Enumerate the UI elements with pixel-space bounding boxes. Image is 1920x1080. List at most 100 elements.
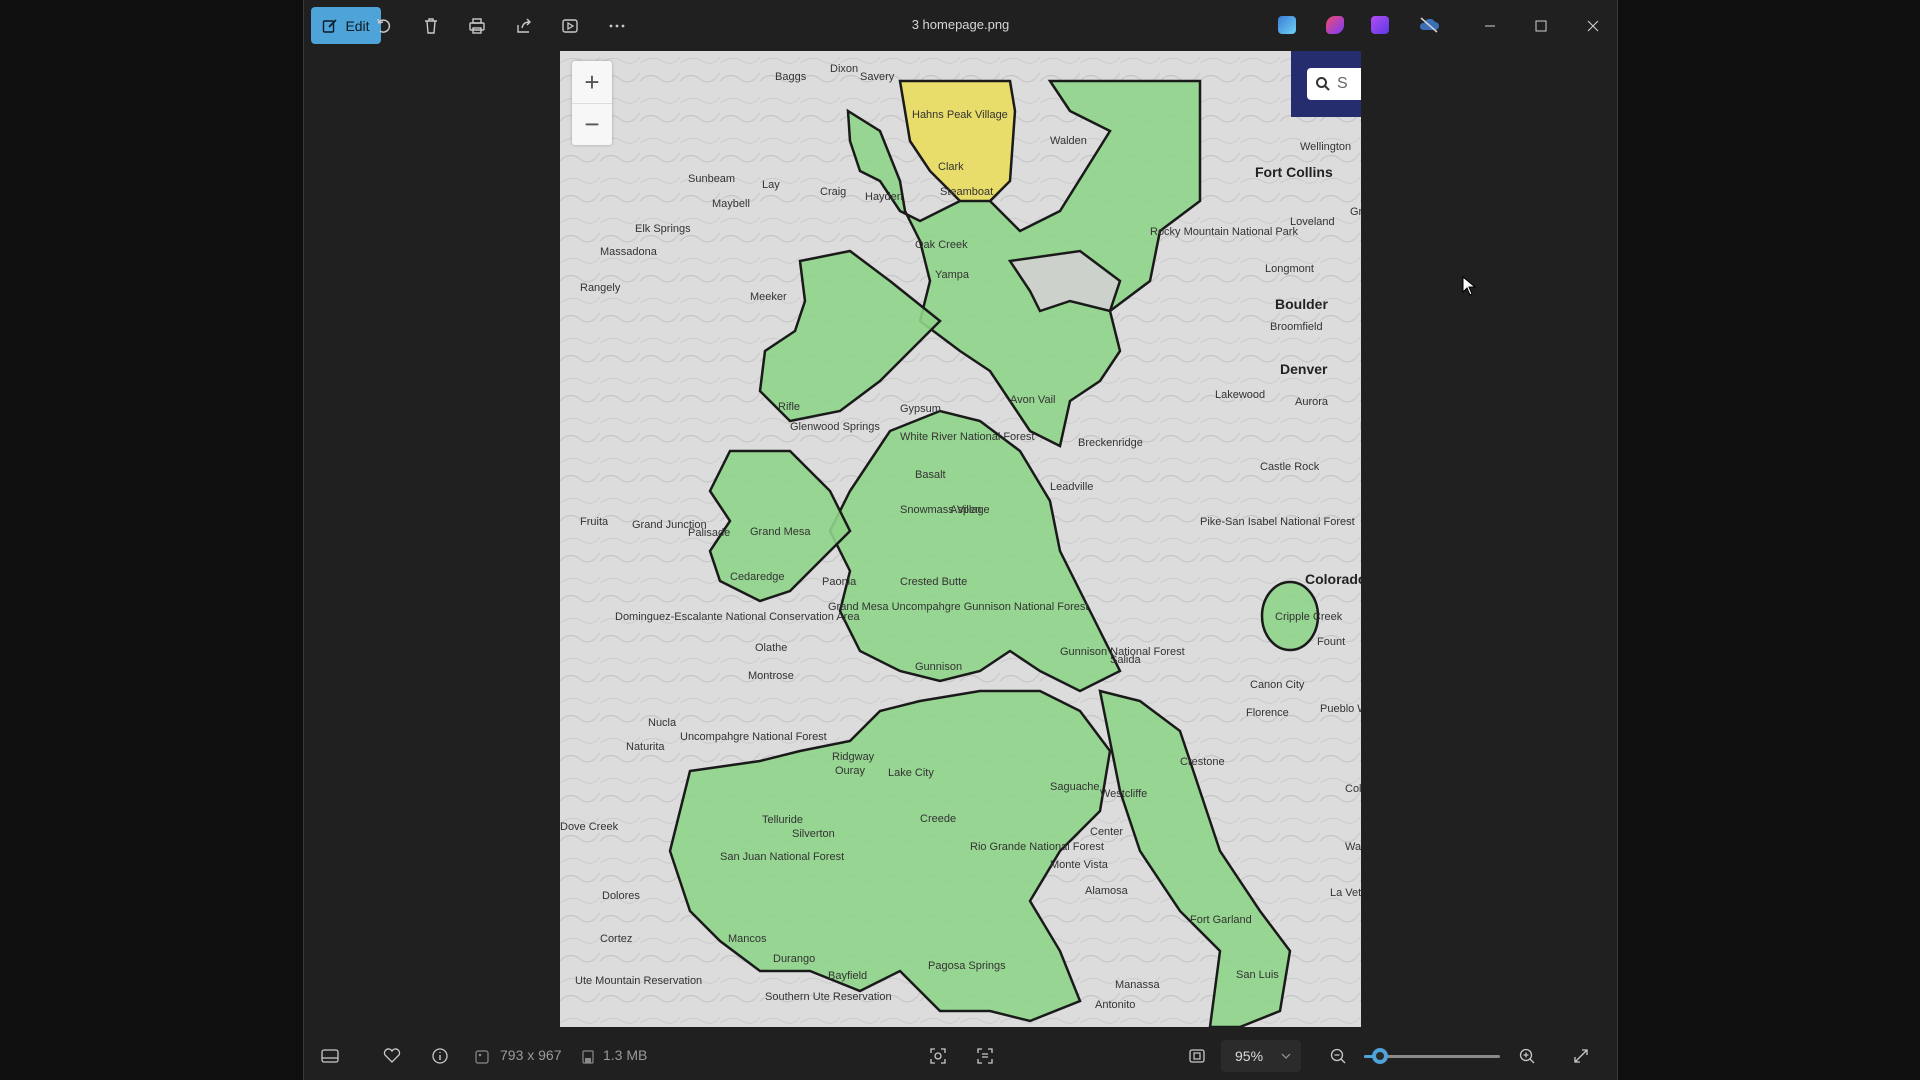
map-label: White River National Forest [900,431,1035,443]
map-label: Mancos [728,933,767,945]
map-label: Colorado Cit [1345,783,1361,795]
map-label: Savery [860,71,895,83]
map-label: Durango [773,953,816,965]
map-label: Crestone [1180,756,1225,768]
map-label: Walsenbu [1345,841,1361,853]
map-label: Southern Ute Reservation [765,991,892,1003]
map-label: La Veta [1330,887,1361,899]
map-label: Fruita [580,516,609,528]
map-label: San Juan National Forest [720,851,845,863]
map-label: Sunbeam [688,173,736,185]
map-label: Dove Creek [560,821,619,833]
video-editor-app-icon[interactable] [1371,16,1389,34]
designer-app-icon[interactable] [1278,16,1296,34]
map-label: Florence [1246,707,1289,719]
maximize-icon[interactable] [1526,12,1556,40]
map-label: Dixon [830,63,859,75]
mouse-cursor [1462,275,1477,301]
map-label: Montrose [748,670,794,682]
zoom-level-dropdown[interactable]: 95% [1221,1040,1301,1072]
map-label: San Luis [1236,969,1279,981]
minimize-icon[interactable] [1475,12,1505,40]
map-label: Boulder [1275,296,1328,312]
favorite-icon[interactable] [380,1044,404,1068]
map-label: Westcliffe [1100,788,1148,800]
map-label: Creede [920,813,957,825]
map-label: Longmont [1265,263,1314,275]
clipchamp-app-icon[interactable] [1326,16,1344,34]
map-label: Antonito [1095,999,1136,1011]
map-label: Glenwood Springs [790,421,880,433]
map-zoom-in-button[interactable]: + [572,61,612,103]
map-label: Paonia [822,576,857,588]
map-label: Fort Collins [1255,164,1333,180]
map-label: Fount [1317,636,1346,648]
map-label: Saguache [1050,781,1100,793]
map-label: Lakewood [1215,389,1266,401]
map-label: Aurora [1295,396,1329,408]
map-label: Pike-San Isabel National Forest [1200,516,1355,528]
search-icon [1316,77,1330,91]
zoom-in-icon[interactable] [1515,1044,1539,1068]
map-label: Fort Garland [1190,914,1252,926]
file-size: 1.3 MB [603,1047,648,1063]
map-label: Grand Mesa [750,526,811,538]
map-label: Lake City [888,767,934,779]
map-label: Pueblo W [1320,703,1361,715]
onedrive-offline-icon[interactable] [1418,16,1440,34]
map-label: Hahns Peak Village [912,109,1008,121]
status-bar: 793 x 967 1.3 MB 95% [304,1032,1617,1080]
photos-app-window: Edit 3 homepage.png + − S Dixon Baggs Sa… [303,0,1618,1080]
map-label: Silverton [792,828,835,840]
fit-to-window-icon[interactable] [1185,1044,1209,1068]
map-label: Center [1090,826,1124,838]
map-zoom-control: + − [572,61,612,145]
map-label: Basalt [915,469,946,481]
map-label: Dolores [602,890,640,902]
map-label: Maybell [712,198,750,210]
map-label: Baggs [775,71,807,83]
map-label: Crested Butte [900,576,968,588]
chevron-down-icon [1281,1053,1291,1059]
map-label: Craig [820,186,847,198]
map-label: Olathe [755,642,788,654]
map-label: Denver [1280,361,1328,377]
filmstrip-icon[interactable] [318,1044,342,1068]
map-label: Canon City [1250,679,1305,691]
dimensions-icon [470,1045,494,1069]
file-size-icon [576,1045,600,1069]
map-label: Elk Springs [635,223,691,235]
map-label: Oak Creek [915,239,968,251]
text-scan-icon[interactable] [973,1044,997,1068]
map-label: Yampa [935,269,970,281]
map-label: Nucla [648,717,677,729]
map-label: Ridgway [832,751,875,763]
map-label: Alamosa [1085,885,1128,897]
map-label: Leadville [1050,481,1094,493]
zoom-level-value: 95% [1235,1048,1264,1064]
full-screen-icon[interactable] [1569,1044,1593,1068]
map-label: Meeker [750,291,787,303]
map-label: Massadona [600,246,657,258]
map-label: Grand Mesa Uncompahgre Gunnison National… [828,601,1089,613]
map-label: Aspen [950,504,982,516]
info-icon[interactable] [428,1044,452,1068]
map-label: Rifle [778,401,801,413]
map-label: Rio Grande National Forest [970,841,1104,853]
map-label: Cortez [600,933,633,945]
map-zoom-out-button[interactable]: − [572,103,612,145]
zoom-out-icon[interactable] [1326,1044,1350,1068]
map-label: Broomfield [1270,321,1323,333]
close-icon[interactable] [1578,12,1608,40]
map-label: Manassa [1115,979,1160,991]
map-label: Rangely [580,282,621,294]
map-label: Uncompahgre National Forest [680,731,827,743]
zoom-slider-thumb[interactable] [1372,1048,1389,1064]
zoom-slider[interactable] [1364,1048,1500,1064]
map-label: Palisade [688,527,731,539]
map-label: Ute Mountain Reservation [575,975,703,987]
visual-search-icon[interactable] [926,1044,950,1068]
map-search-input[interactable]: S [1307,68,1361,100]
map-label: Gree [1350,206,1361,218]
displayed-image[interactable]: + − S Dixon Baggs Savery Hahns Peak Village… [560,51,1361,1027]
